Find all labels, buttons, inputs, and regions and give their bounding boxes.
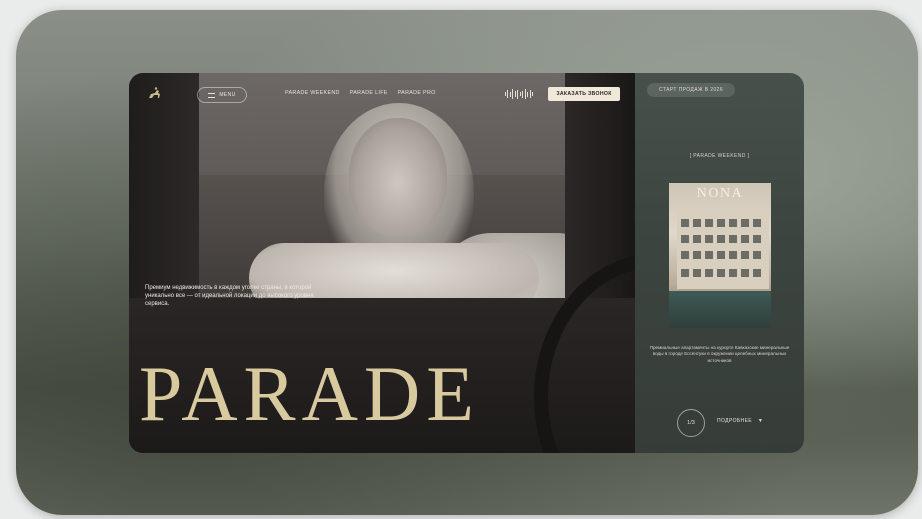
chevron-down-icon: ▼ — [757, 418, 764, 424]
order-call-button[interactable]: ЗАКАЗАТЬ ЗВОНОК — [548, 87, 620, 101]
project-name: NONA — [696, 186, 744, 201]
nav-links: PARADE WEEKEND PARADE LIFE PARADE PRO — [285, 90, 436, 96]
project-category: [ PARADE WEEKEND ] — [689, 153, 750, 159]
brand-wordmark: PARADE — [139, 350, 480, 437]
sound-wave-icon[interactable] — [505, 88, 533, 100]
more-label: ПОДРОБНЕЕ — [717, 418, 753, 424]
menu-label: MENU — [219, 92, 236, 98]
woman-face — [349, 118, 447, 236]
nav-link-parade-pro[interactable]: PARADE PRO — [398, 90, 436, 96]
pool-image — [669, 291, 771, 328]
menu-button[interactable]: MENU — [197, 87, 247, 103]
project-description: Премиальные апартаменты на курорте Кавка… — [649, 345, 790, 363]
nav-link-parade-life[interactable]: PARADE LIFE — [350, 90, 388, 96]
hamburger-icon — [208, 92, 216, 98]
nav-link-parade-weekend[interactable]: PARADE WEEKEND — [285, 90, 340, 96]
hero-section: MENU PARADE WEEKEND PARADE LIFE PARADE P… — [129, 73, 635, 453]
project-card[interactable]: NONA — [669, 183, 771, 328]
more-link[interactable]: ПОДРОБНЕЕ ▼ — [717, 418, 763, 424]
project-panel: СТАРТ ПРОДАЖ В 2026 [ PARADE WEEKEND ] N… — [635, 73, 804, 453]
top-navigation: MENU PARADE WEEKEND PARADE LIFE PARADE P… — [129, 73, 635, 117]
horse-rider-icon[interactable] — [146, 85, 164, 103]
slide-counter: 1/3 — [677, 409, 705, 437]
sale-start-badge: СТАРТ ПРОДАЖ В 2026 — [647, 83, 735, 97]
hero-description: Премиум недвижимость в каждом уголке стр… — [145, 285, 314, 308]
